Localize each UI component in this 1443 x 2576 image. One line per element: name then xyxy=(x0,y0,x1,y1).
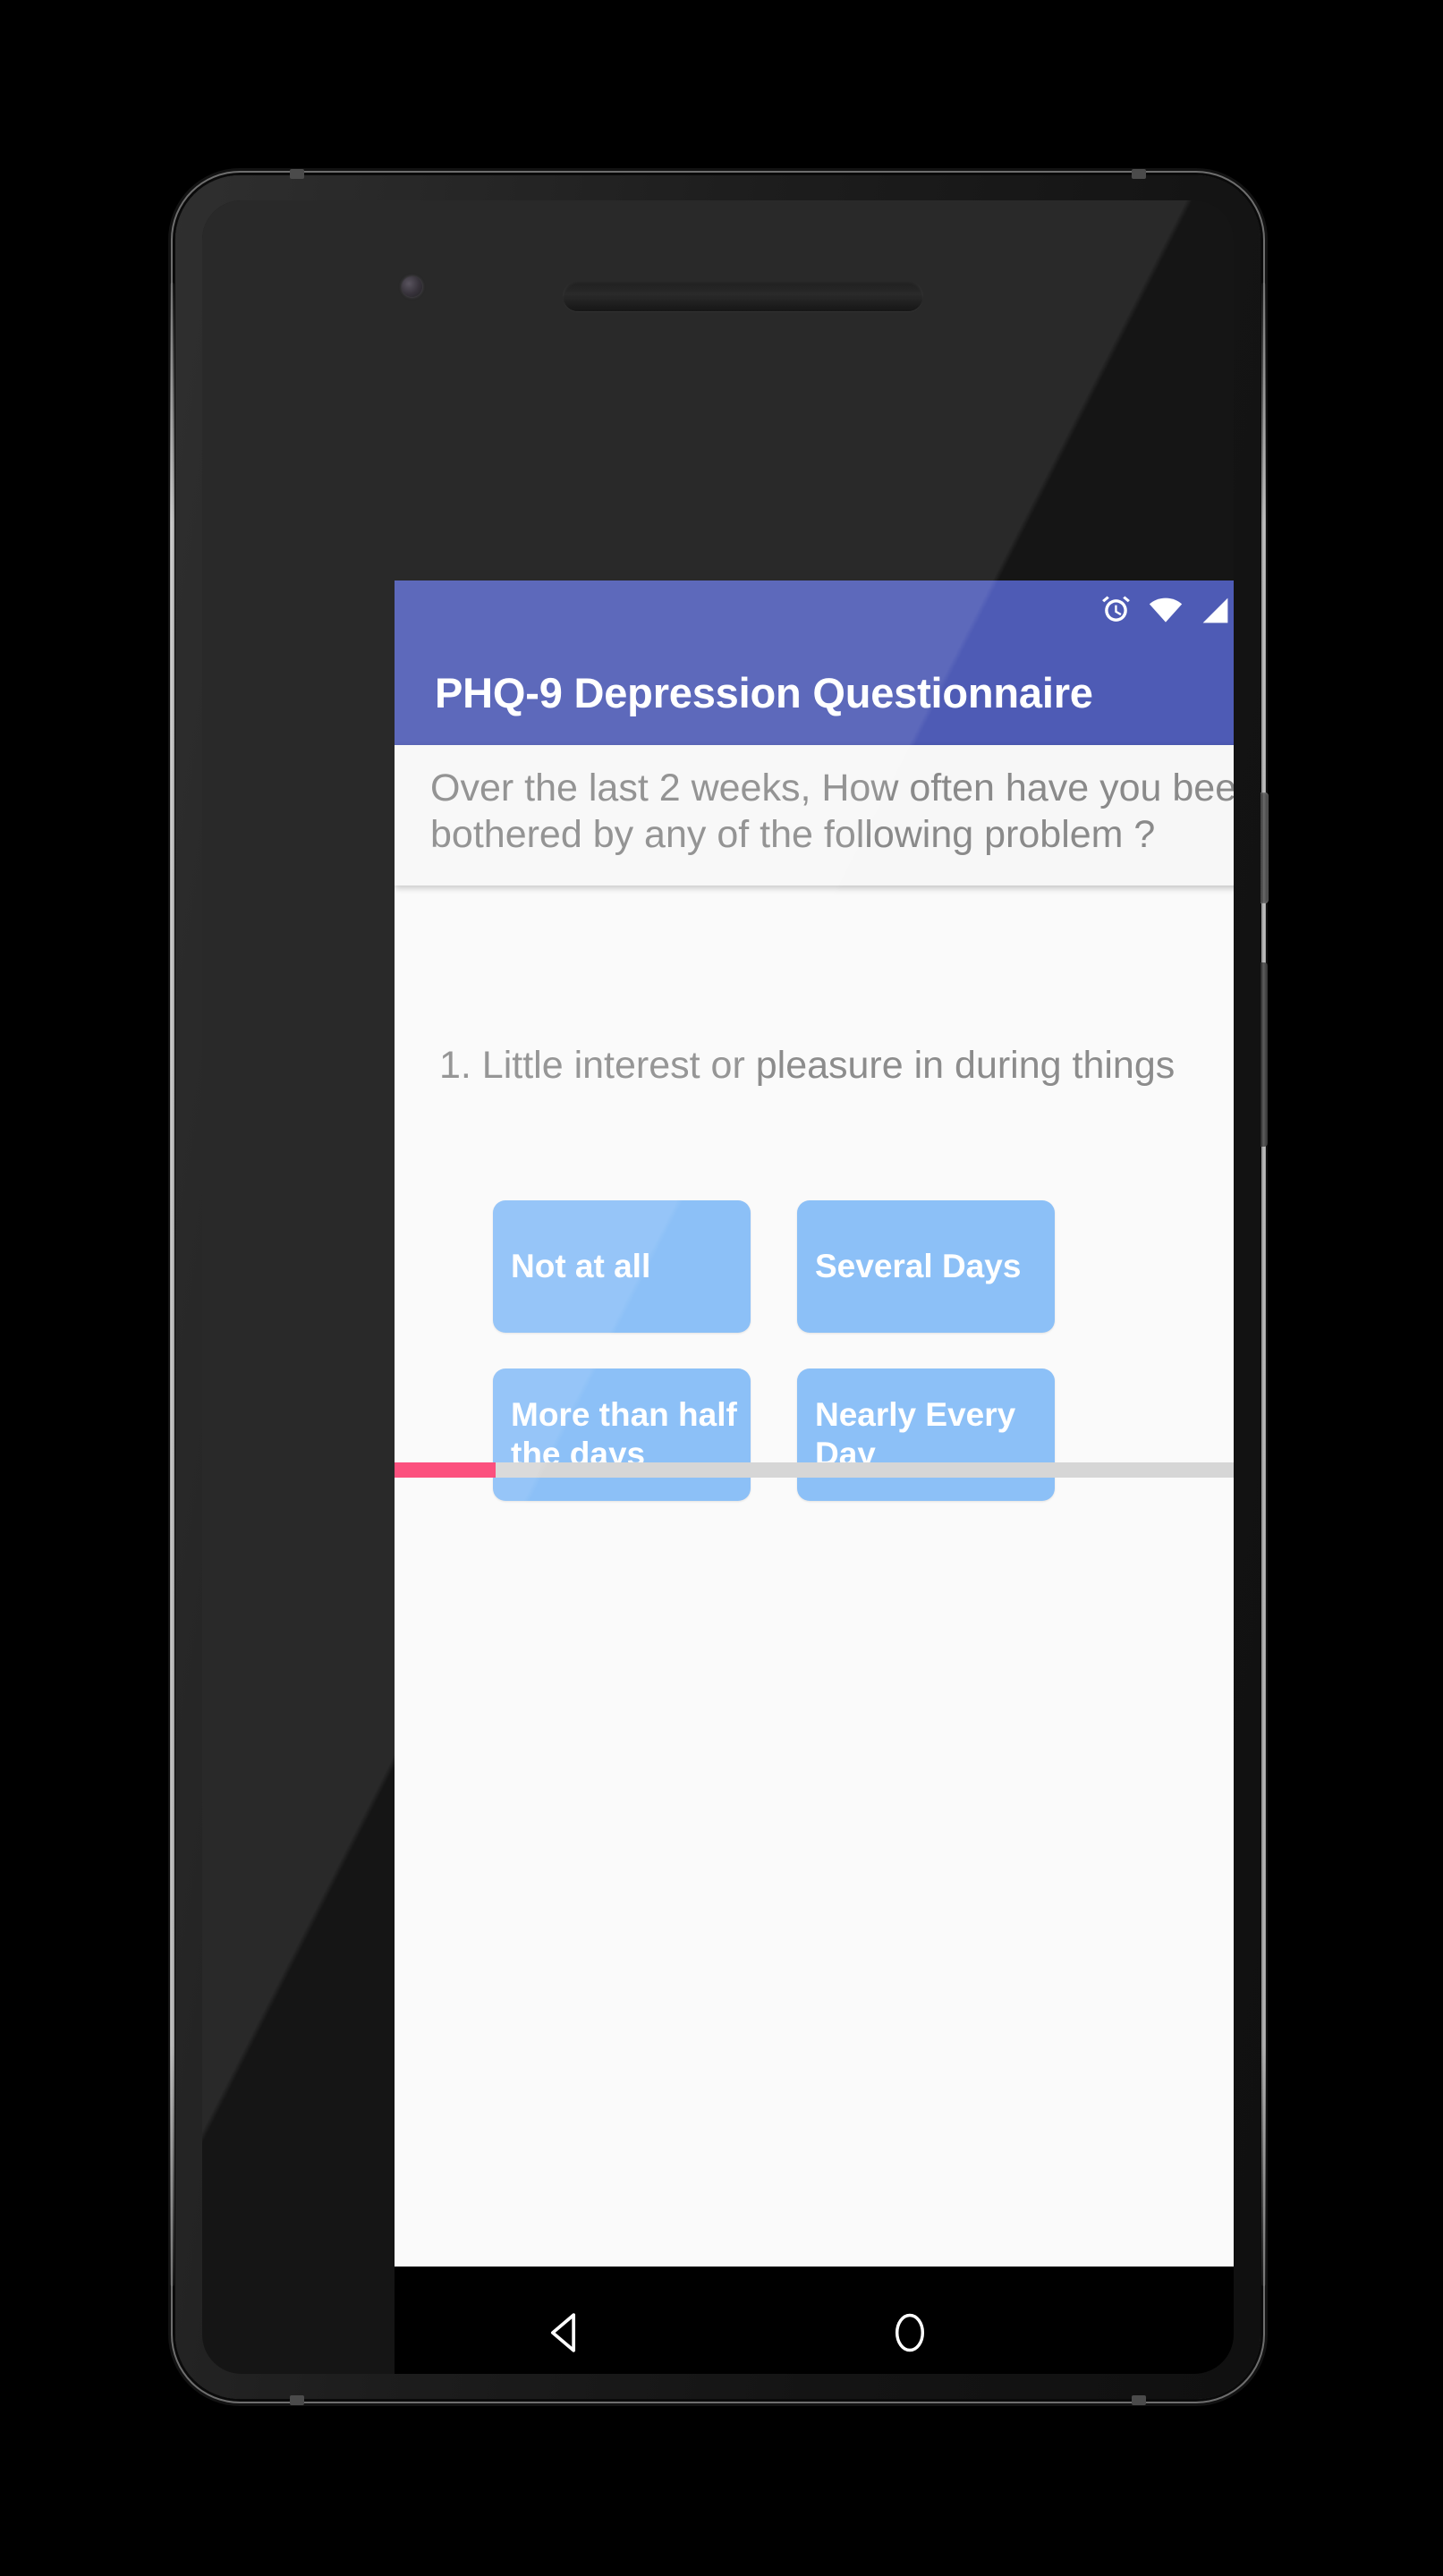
back-icon[interactable] xyxy=(477,2267,656,2374)
prompt-text: Over the last 2 weeks, How often have yo… xyxy=(430,767,1234,857)
app-bar: PHQ-9 Depression Questionnaire xyxy=(395,640,1234,745)
home-icon[interactable] xyxy=(820,2267,999,2374)
frame-rim-left xyxy=(170,283,174,2286)
prompt-header: Over the last 2 weeks, How often have yo… xyxy=(395,745,1234,886)
frame-rim-right xyxy=(1261,283,1266,2286)
antenna-band-bottom-left xyxy=(290,2395,304,2405)
volume-rocker-button[interactable] xyxy=(1261,962,1268,1147)
progress-row: 1/9 xyxy=(395,1447,1234,1494)
question-text: 1. Little interest or pleasure in during… xyxy=(439,1043,1176,1087)
signal-icon xyxy=(1199,594,1232,627)
power-button[interactable] xyxy=(1261,792,1269,903)
device-front-glass: 8:55 PHQ-9 Depression Questionnaire Over… xyxy=(202,200,1234,2374)
answer-button-several-days[interactable]: Several Days xyxy=(797,1199,1055,1333)
antenna-band-top-left xyxy=(290,169,304,179)
progress-bar xyxy=(395,1462,1234,1479)
android-navigation-bar xyxy=(395,2267,1234,2374)
earpiece-speaker-grille xyxy=(563,281,923,311)
front-camera-icon xyxy=(402,276,422,297)
phone-screen: 8:55 PHQ-9 Depression Questionnaire Over… xyxy=(395,580,1234,2267)
wifi-icon xyxy=(1148,594,1184,627)
status-bar: 8:55 xyxy=(395,580,1234,640)
phone-device-frame: 8:55 PHQ-9 Depression Questionnaire Over… xyxy=(170,169,1269,2405)
app-title: PHQ-9 Depression Questionnaire xyxy=(435,668,1093,716)
progress-bar-fill xyxy=(395,1462,497,1479)
alarm-icon xyxy=(1099,594,1133,627)
antenna-band-top-right xyxy=(1132,169,1146,179)
recents-icon[interactable] xyxy=(1165,2267,1234,2374)
answer-button-not-at-all[interactable]: Not at all xyxy=(493,1199,751,1333)
question-body: 1. Little interest or pleasure in during… xyxy=(395,885,1234,2267)
antenna-band-bottom-right xyxy=(1132,2395,1146,2405)
